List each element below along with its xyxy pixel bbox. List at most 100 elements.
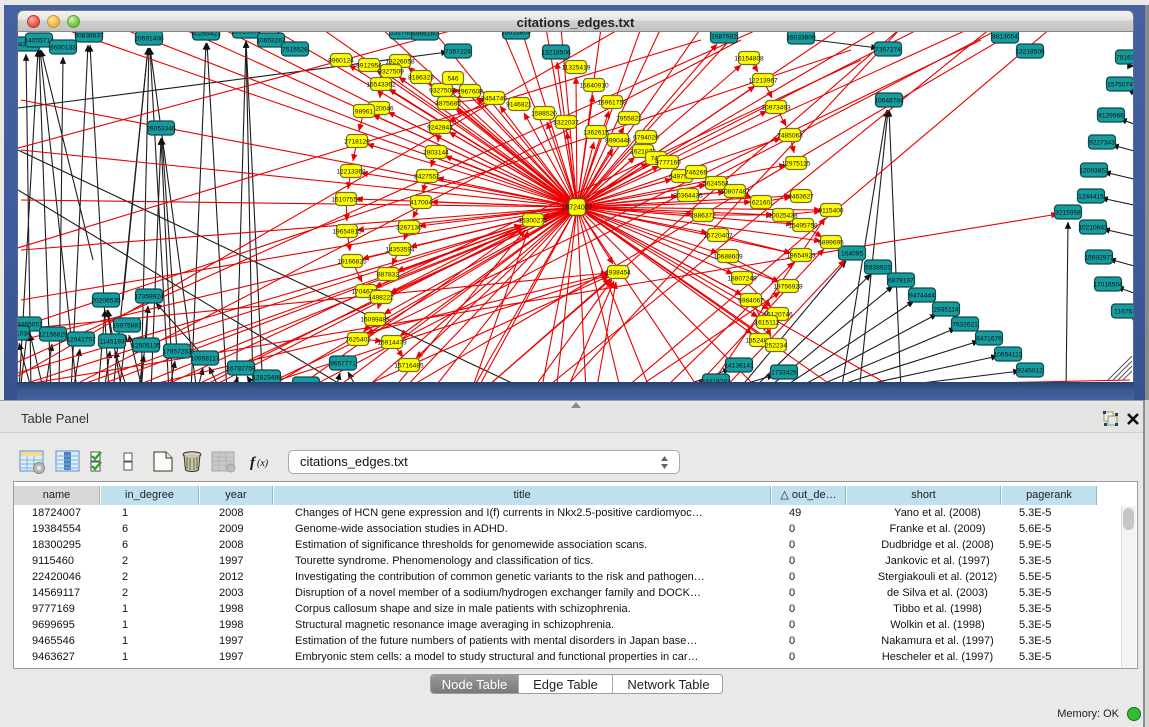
svg-text:12156829: 12156829: [38, 331, 68, 338]
svg-text:62160: 62160: [752, 199, 771, 206]
svg-text:7632621: 7632621: [952, 321, 978, 328]
svg-text:9129966: 9129966: [1098, 112, 1124, 119]
svg-text:1938454: 1938454: [605, 269, 631, 276]
svg-text:7625402: 7625402: [345, 336, 371, 343]
svg-text:26053346: 26053346: [146, 125, 176, 132]
svg-text:9327508: 9327508: [429, 87, 455, 94]
svg-text:3267130: 3267130: [396, 224, 422, 231]
svg-text:11325419: 11325419: [562, 64, 591, 71]
svg-text:19975887: 19975887: [112, 322, 142, 329]
svg-text:417004: 417004: [410, 199, 432, 206]
svg-text:9115400: 9115400: [818, 207, 844, 214]
svg-text:6879197: 6879197: [888, 277, 914, 284]
svg-text:12975115: 12975115: [782, 160, 811, 167]
svg-text:16961758: 16961758: [597, 99, 627, 106]
svg-text:9242843: 9242843: [427, 124, 453, 131]
svg-text:10210643: 10210643: [1078, 224, 1108, 231]
svg-text:9657771: 9657771: [330, 360, 356, 367]
svg-text:2967608: 2967608: [457, 88, 483, 95]
svg-text:90838637: 90838637: [74, 32, 104, 39]
svg-text:18724007: 18724007: [561, 205, 592, 212]
svg-text:16107552: 16107552: [331, 196, 361, 203]
svg-text:98961: 98961: [355, 108, 374, 115]
svg-text:9146821: 9146821: [506, 101, 532, 108]
svg-text:1362615: 1362615: [583, 129, 609, 136]
svg-text:10807487: 10807487: [720, 188, 750, 195]
svg-text:16154808: 16154808: [734, 55, 764, 62]
svg-text:7515526: 7515526: [282, 46, 308, 53]
svg-text:12093852: 12093852: [1079, 167, 1109, 174]
svg-text:f: f: [250, 455, 257, 471]
svg-text:15640910: 15640910: [579, 82, 609, 89]
svg-text:2718126: 2718126: [344, 138, 370, 145]
svg-text:12942757: 12942757: [66, 336, 96, 343]
svg-text:13218506: 13218506: [541, 49, 571, 56]
svg-text:9474444: 9474444: [909, 292, 935, 299]
svg-text:12213369: 12213369: [336, 168, 366, 175]
svg-text:8427552: 8427552: [414, 173, 440, 180]
svg-text:8471676: 8471676: [976, 335, 1002, 342]
svg-text:3215958: 3215958: [1055, 209, 1081, 216]
svg-text:20691406: 20691406: [134, 35, 164, 42]
svg-text:5938923: 5938923: [865, 264, 891, 271]
svg-text:164095: 164095: [841, 250, 863, 257]
svg-text:1575074: 1575074: [1107, 81, 1133, 88]
svg-text:546: 546: [447, 75, 458, 82]
svg-text:10688609: 10688609: [713, 253, 743, 260]
svg-text:9463627: 9463627: [788, 193, 814, 200]
svg-text:5984067: 5984067: [738, 297, 764, 304]
svg-text:9227343: 9227343: [1089, 139, 1115, 146]
svg-text:16033809: 16033809: [786, 34, 816, 41]
svg-text:1498222: 1498222: [368, 294, 394, 301]
svg-text:15720407: 15720407: [703, 232, 733, 239]
svg-text:7485063: 7485063: [777, 132, 803, 139]
svg-text:12505135: 12505135: [131, 342, 161, 349]
svg-text:1244415: 1244415: [1078, 193, 1104, 200]
svg-text:7357274: 7357274: [875, 46, 901, 53]
svg-text:3875685: 3875685: [435, 100, 461, 107]
svg-text:7816184: 7816184: [1116, 54, 1134, 61]
svg-text:19756928: 19756928: [773, 283, 803, 290]
svg-text:1145193: 1145193: [99, 338, 125, 345]
svg-text:15716485: 15716485: [394, 362, 424, 369]
svg-text:19654923: 19654923: [786, 252, 816, 259]
svg-text:9600133: 9600133: [50, 44, 76, 51]
svg-text:2687682: 2687682: [711, 33, 737, 40]
svg-text:16782759: 16782759: [226, 365, 256, 372]
svg-text:15692971: 15692971: [1084, 254, 1114, 261]
svg-text:95931034: 95931034: [18, 330, 31, 337]
svg-text:3322037: 3322037: [553, 119, 579, 126]
svg-text:9777169: 9777169: [655, 159, 681, 166]
svg-text:18807249: 18807249: [727, 275, 757, 282]
svg-text:746266: 746266: [685, 169, 707, 176]
svg-text:252234: 252234: [765, 342, 787, 349]
svg-text:20206535: 20206535: [91, 297, 121, 304]
svg-text:17957253: 17957253: [162, 348, 192, 355]
svg-text:2803144: 2803144: [423, 149, 449, 156]
svg-text:9245012: 9245012: [1017, 367, 1043, 374]
svg-text:8990448: 8990448: [605, 137, 631, 144]
svg-text:887832: 887832: [377, 271, 399, 278]
svg-text:16033809: 16033809: [501, 32, 531, 36]
svg-text:10958117: 10958117: [191, 355, 220, 362]
svg-text:7955822: 7955822: [616, 115, 642, 122]
svg-text:20364436: 20364436: [673, 192, 703, 199]
svg-text:1588520: 1588520: [531, 110, 557, 117]
svg-text:6794028: 6794028: [633, 134, 659, 141]
svg-text:13218506: 13218506: [1015, 48, 1045, 55]
svg-text:116753: 116753: [1114, 308, 1134, 315]
svg-text:10025438: 10025438: [768, 212, 798, 219]
svg-text:11615594: 11615594: [232, 32, 261, 35]
svg-text:14136141: 14136141: [724, 362, 754, 369]
svg-text:19654915: 19654915: [332, 228, 362, 235]
svg-text:6899695: 6899695: [818, 239, 844, 246]
svg-text:2935114: 2935114: [933, 306, 959, 313]
svg-text:17016504: 17016504: [1093, 281, 1123, 288]
svg-text:40265423: 40265423: [191, 32, 221, 37]
svg-text:1733426: 1733426: [771, 369, 797, 376]
svg-text:16543362: 16543362: [366, 81, 396, 88]
svg-text:12823488: 12823488: [252, 374, 282, 381]
svg-text:15495758: 15495758: [788, 222, 818, 229]
svg-text:16099489: 16099489: [360, 316, 390, 323]
svg-text:8186323: 8186323: [408, 74, 434, 81]
